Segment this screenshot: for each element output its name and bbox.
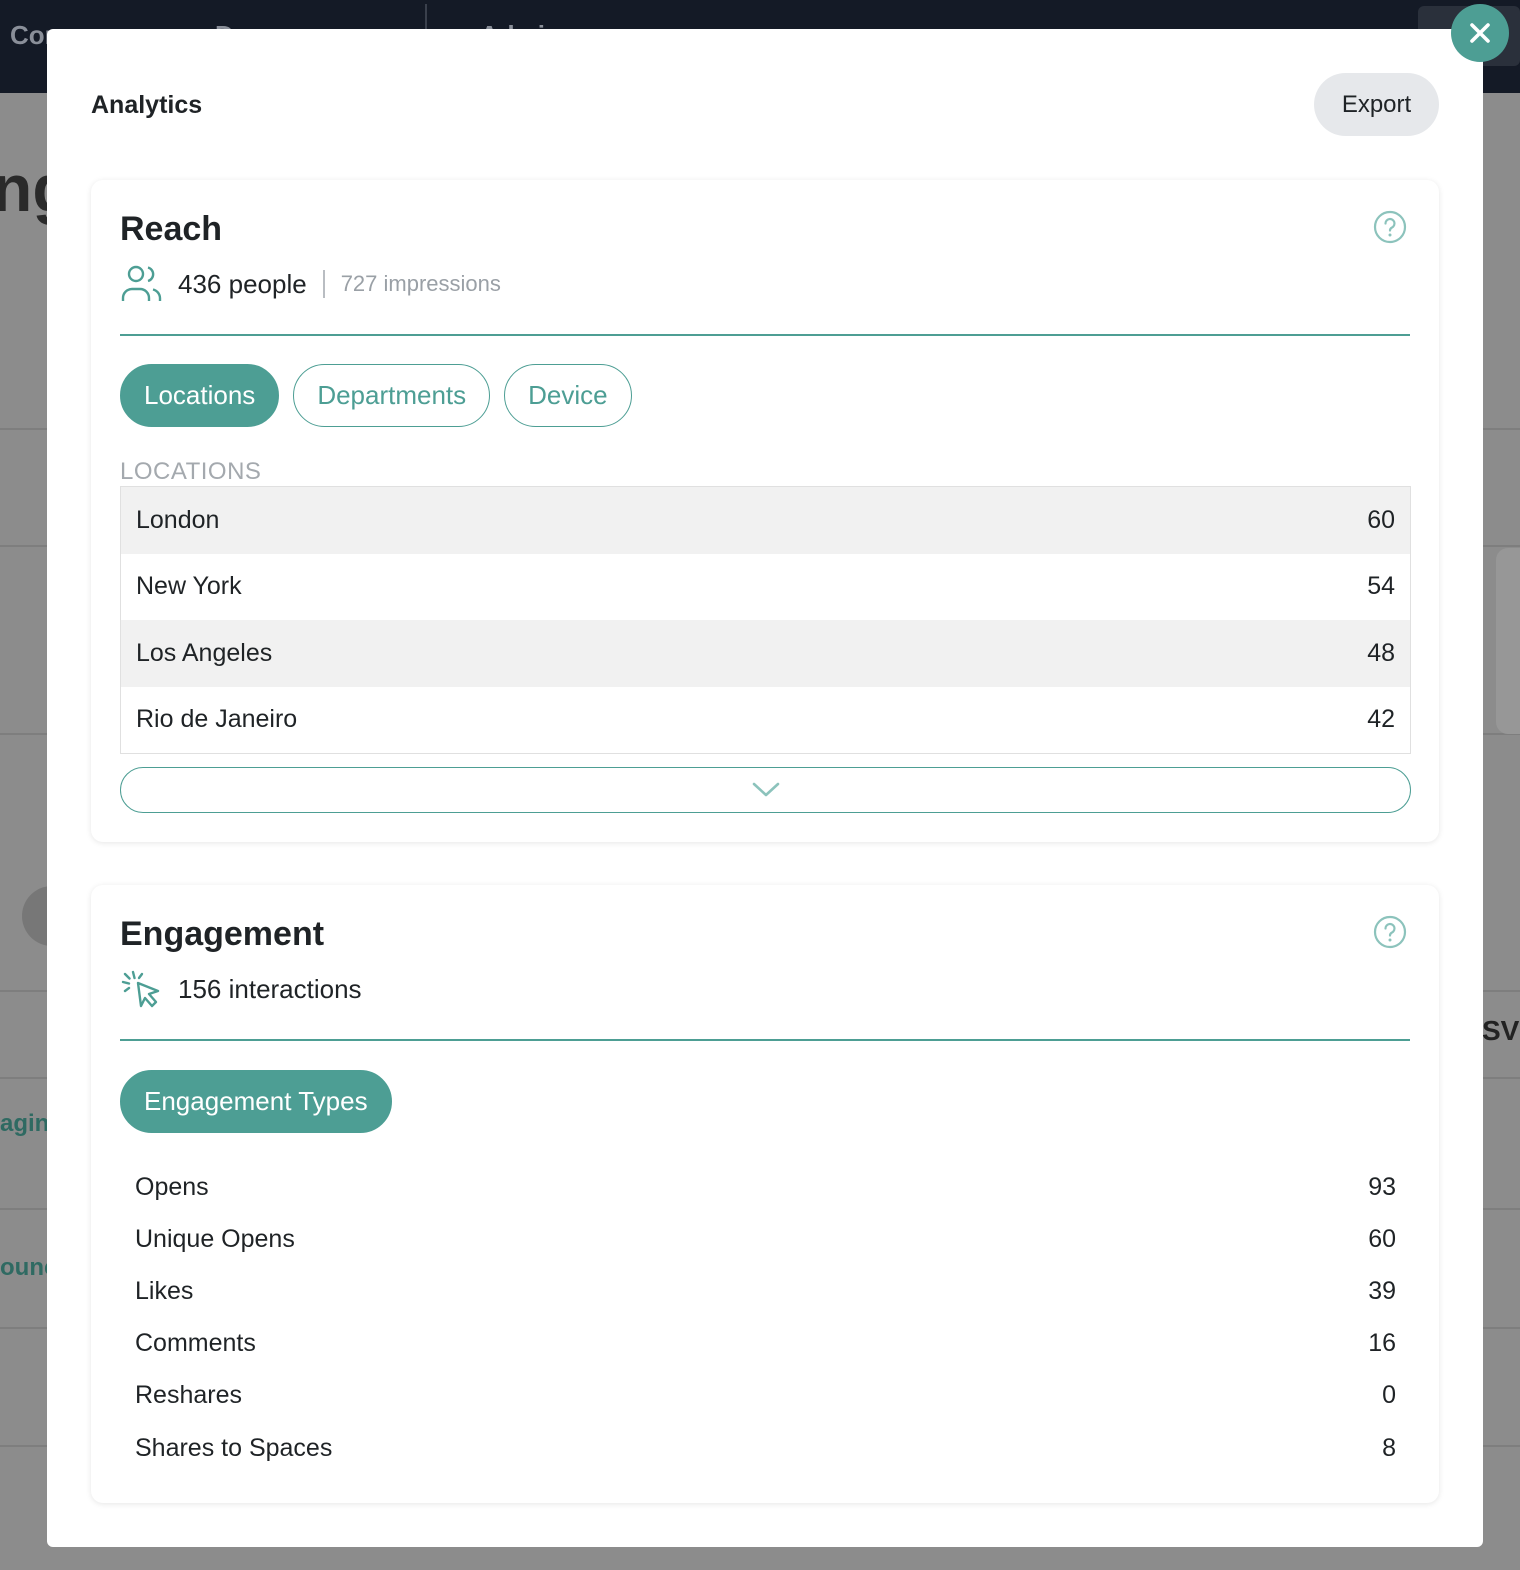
engagement-type: Likes [135,1276,194,1305]
reach-title: Reach [120,210,223,248]
engagement-title: Engagement [120,915,325,953]
reach-card: Reach 436 people 727 impressions Locatio… [91,180,1439,842]
engagement-type: Shares to Spaces [135,1433,333,1462]
list-item: Comments 16 [120,1318,1411,1370]
metric-separator [322,270,325,298]
location-name: Rio de Janeiro [136,705,298,734]
tab-engagement-types[interactable]: Engagement Types [120,1070,392,1133]
engagement-count: 16 [1368,1329,1396,1358]
engagement-type: Unique Opens [135,1224,295,1253]
engagement-list: Opens 93 Unique Opens 60 Likes 39 Commen… [120,1161,1411,1474]
engagement-count: 39 [1368,1276,1396,1305]
tab-departments[interactable]: Departments [293,364,491,427]
table-row: Rio de Janeiro 42 [121,687,1410,754]
close-button[interactable] [1451,4,1509,62]
tab-device[interactable]: Device [504,364,632,427]
engagement-divider [120,1039,1410,1041]
modal-title: Analytics [91,91,203,119]
engagement-card: Engagement 156 interactions Engagement T… [91,885,1439,1503]
list-item: Reshares 0 [120,1370,1411,1422]
people-count: 436 people [178,268,307,299]
help-icon[interactable] [1373,915,1407,949]
engagement-type: Comments [135,1329,256,1358]
bg-column-header: SVI [1482,1015,1520,1046]
location-name: Los Angeles [136,638,273,667]
help-icon[interactable] [1373,210,1407,244]
table-row: London 60 [121,487,1410,554]
locations-section-label: LOCATIONS [120,458,262,485]
list-item: Unique Opens 60 [120,1213,1411,1265]
cursor-click-icon [121,970,160,1008]
close-icon [1470,23,1490,43]
list-item: Shares to Spaces 8 [120,1422,1411,1474]
reach-divider [120,334,1410,336]
locations-table: London 60 New York 54 Los Angeles 48 Rio… [120,486,1411,754]
chevron-down-icon [752,782,779,797]
bg-card [1496,548,1520,734]
engagement-count: 60 [1368,1224,1396,1253]
table-row: New York 54 [121,554,1410,621]
people-icon [121,265,162,301]
show-more-button[interactable] [120,767,1411,813]
export-button[interactable]: Export [1314,73,1439,136]
engagement-count: 0 [1382,1381,1396,1410]
reach-tabs: Locations Departments Device [120,364,646,427]
location-count: 48 [1367,638,1395,667]
engagement-tabs: Engagement Types [120,1070,406,1133]
location-count: 42 [1367,705,1395,734]
analytics-modal: Analytics Export Reach 436 people 727 im… [47,29,1483,1547]
location-count: 60 [1367,505,1395,534]
engagement-metrics: 156 interactions [120,969,362,1009]
location-name: New York [136,572,242,601]
impressions-count: 727 impressions [340,271,501,296]
list-item: Likes 39 [120,1265,1411,1317]
engagement-count: 93 [1368,1172,1396,1201]
location-count: 54 [1367,572,1395,601]
engagement-type: Opens [135,1172,209,1201]
engagement-type: Reshares [135,1381,242,1410]
engagement-count: 8 [1382,1433,1396,1462]
interactions-count: 156 interactions [178,973,362,1004]
table-row: Los Angeles 48 [121,620,1410,687]
list-item: Opens 93 [120,1161,1411,1213]
reach-metrics: 436 people 727 impressions [120,264,501,304]
location-name: London [136,505,220,534]
tab-locations[interactable]: Locations [120,364,280,427]
bg-row-link: agin [0,1110,50,1137]
